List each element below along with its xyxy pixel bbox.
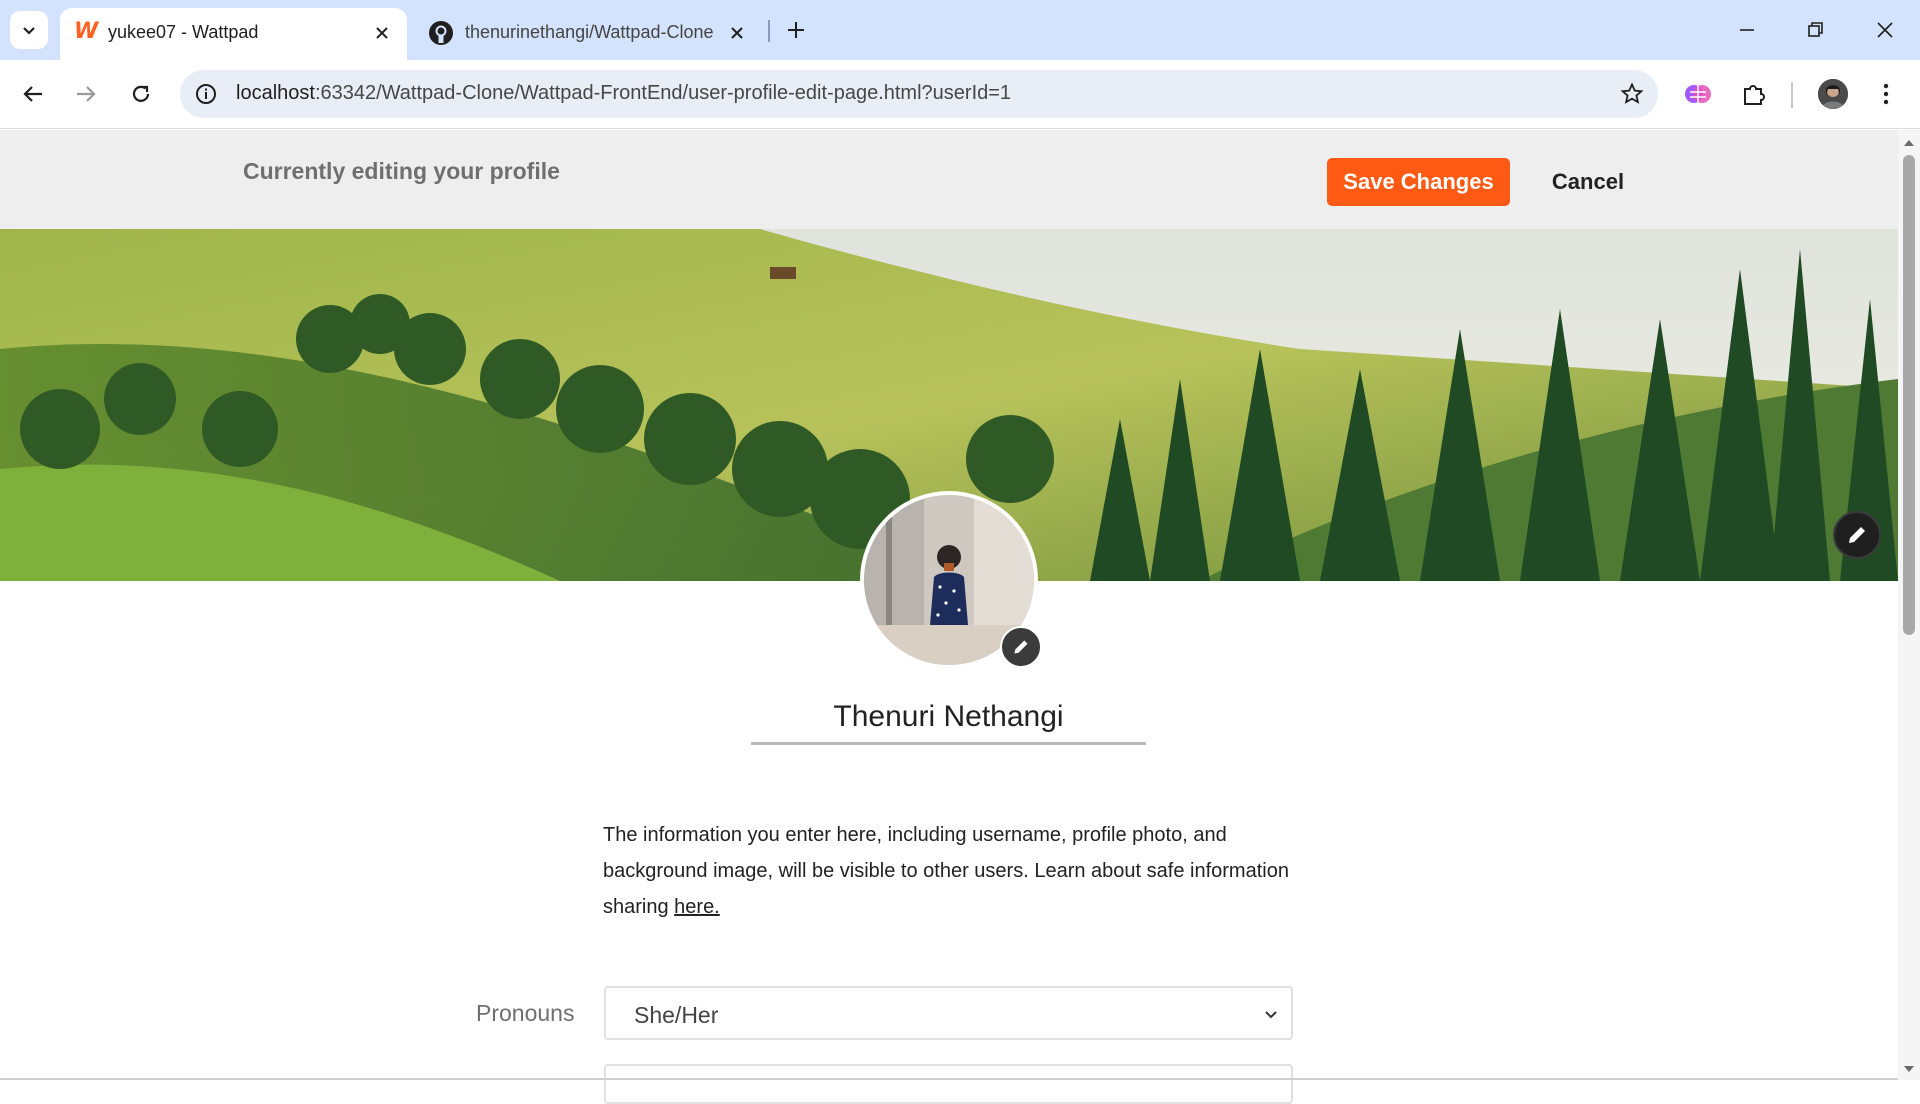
tab-github[interactable]: thenurinethangi/Wattpad-Clone [420,8,760,60]
visibility-notice: The information you enter here, includin… [603,817,1293,925]
chrome-menu-icon[interactable] [1875,80,1897,108]
next-form-field[interactable] [604,1064,1293,1104]
cancel-button[interactable]: Cancel [1534,158,1642,206]
tab-wattpad[interactable]: W yukee07 - Wattpad [60,8,407,60]
reload-icon [132,85,150,102]
forward-button[interactable] [66,74,106,114]
url-path: :63342/Wattpad-Clone/Wattpad-FrontEnd/us… [314,82,1012,104]
pronouns-value: She/Her [634,1002,719,1028]
close-window-button[interactable] [1865,14,1905,46]
scroll-down-arrow-icon[interactable] [1903,1062,1915,1074]
chevron-down-icon [1261,1005,1281,1025]
reload-button[interactable] [121,74,161,114]
extension-brain-icon[interactable] [1684,80,1712,108]
site-info-icon[interactable] [194,82,218,106]
toolbar-separator [1791,82,1793,108]
restore-button[interactable] [1796,14,1836,46]
tab-title: yukee07 - Wattpad [108,22,259,42]
arrow-right-icon [77,86,96,102]
close-tab-icon[interactable] [726,22,748,44]
scroll-up-arrow-icon[interactable] [1903,136,1915,148]
minimize-button[interactable] [1727,14,1767,46]
extensions-puzzle-icon[interactable] [1740,80,1768,108]
pronouns-select[interactable]: She/Her [604,986,1293,1040]
minimize-icon [1740,29,1754,31]
address-bar[interactable]: localhost:63342/Wattpad-Clone/Wattpad-Fr… [180,70,1658,118]
close-tab-icon[interactable] [371,22,393,44]
profile-avatar-icon[interactable] [1818,79,1848,109]
tab-separator [768,20,770,42]
pencil-icon [1014,640,1028,654]
bookmark-star-icon[interactable] [1620,82,1644,106]
display-name-input[interactable] [751,692,1146,745]
scrollbar-thumb[interactable] [1903,155,1915,635]
chevron-down-icon [23,27,35,35]
url-text: localhost:63342/Wattpad-Clone/Wattpad-Fr… [236,82,1011,105]
pencil-icon [1849,527,1865,543]
arrow-left-icon [23,86,42,102]
chrome-border [0,128,1920,129]
wattpad-icon: W [74,19,99,44]
edit-photo-button[interactable] [1000,626,1042,668]
save-changes-button[interactable]: Save Changes [1327,158,1510,206]
pronouns-label: Pronouns [476,1000,575,1026]
safe-sharing-link[interactable]: here. [674,896,720,918]
back-button[interactable] [13,74,53,114]
github-icon [428,20,454,46]
close-icon [1877,22,1893,38]
tab-title: thenurinethangi/Wattpad-Clone [465,22,714,42]
edit-status-title: Currently editing your profile [243,158,560,184]
restore-icon [1808,22,1823,37]
plus-icon [788,22,804,38]
new-tab-button[interactable] [780,14,812,46]
url-host: localhost [236,82,315,104]
tab-search-button[interactable] [10,11,48,49]
edit-background-button[interactable] [1833,511,1881,559]
